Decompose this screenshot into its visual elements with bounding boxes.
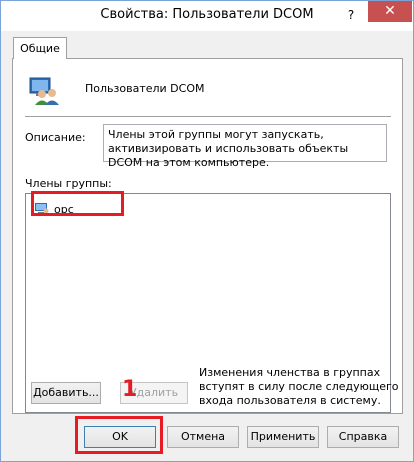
member-highlight [31,191,124,216]
membership-note: Изменения членства в группах вступят в с… [199,366,399,407]
help-title-button[interactable]: ? [340,4,362,26]
description-field[interactable]: Члены этой группы могут запускать, актив… [103,124,387,169]
general-panel: Пользователи DCOM Описание: Члены этой г… [12,58,403,414]
group-name: Пользователи DCOM [85,82,205,95]
tab-general[interactable]: Общие [13,37,67,59]
annotation-number: 1 [122,377,138,402]
description-label: Описание: [25,131,86,144]
add-button[interactable]: Добавить... [31,382,101,404]
help-button[interactable]: Справка [327,426,399,448]
close-button[interactable]: ✕ [368,1,412,22]
titlebar[interactable]: Свойства: Пользователи DCOM ? ✕ [1,1,413,31]
separator [25,116,391,117]
properties-dialog: Свойства: Пользователи DCOM ? ✕ Общие По… [0,0,414,462]
cancel-button[interactable]: Отмена [167,426,239,448]
apply-button[interactable]: Применить [247,426,319,448]
users-group-icon [29,77,59,105]
ok-highlight [75,416,163,454]
members-label: Члены группы: [25,177,112,190]
